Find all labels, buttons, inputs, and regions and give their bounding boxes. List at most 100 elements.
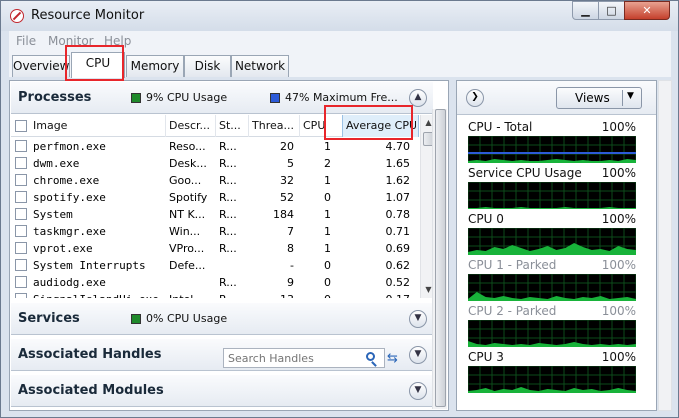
cpu-graph: CPU - Total 100% [468,120,636,164]
cell-average-cpu: 0.17 [346,293,411,298]
cell-description: Goo... [169,174,202,187]
table-row[interactable]: System NT K... R... 184 1 0.78 [11,206,419,223]
cell-threads: 184 [273,208,294,221]
pane-scrollbar-thumb[interactable] [435,109,446,407]
search-icon[interactable] [366,352,375,361]
cell-status: R... [219,276,237,289]
cell-cpu: 1 [324,174,331,187]
associated-handles-header[interactable]: Associated Handles ⇆ ▼ [11,339,433,371]
table-row[interactable]: perfmon.exe Reso... R... 20 1 4.70 [11,138,419,155]
cell-image: perfmon.exe [33,140,106,153]
search-handles-input[interactable] [224,349,360,367]
cpu-usage-text: 9% CPU Usage [146,91,228,104]
refresh-icon[interactable]: ⇆ [387,351,398,366]
cell-image: dwm.exe [33,157,80,170]
table-row[interactable]: vprot.exe VPro... R... 8 1 0.69 [11,240,419,257]
table-row[interactable]: dwm.exe Desk... R... 5 2 1.65 [11,155,419,172]
row-checkbox[interactable] [15,140,27,152]
cell-image: System Interrupts [33,259,146,272]
row-checkbox[interactable] [15,191,27,203]
column-threads[interactable]: Threa... [252,119,296,132]
cell-average-cpu: 4.70 [385,140,411,153]
cell-cpu: 2 [324,157,331,170]
tab-disk[interactable]: Disk [184,55,231,77]
collapse-pane-icon[interactable]: ❯ [466,89,484,107]
graph-scale: 100% [601,350,636,364]
cell-image: SingnalIslandUi.exe [33,293,163,298]
cell-cpu: 1 [324,242,331,255]
chevron-down-icon[interactable]: ▼ [409,310,427,328]
graph-label: Service CPU Usage [468,166,582,180]
graph-scale: 100% [601,212,636,226]
close-button[interactable]: ✕ [624,1,670,20]
graph-canvas [468,182,636,209]
graph-canvas [468,274,636,301]
graphs-pane-header: ❯ Views ▼ [457,81,656,115]
menu-file[interactable]: File [16,34,36,48]
graph-scale: 100% [601,166,636,180]
cell-description: Intel... [169,293,215,298]
table-row[interactable]: System Interrupts Defe... - 0 0.62 [11,257,419,274]
graph-scale: 100% [601,304,636,318]
row-checkbox[interactable] [15,259,27,271]
cell-status: R... [219,293,247,298]
cell-description: VPro... [169,242,205,255]
cell-threads: 5 [287,157,294,170]
cell-status: R... [219,242,237,255]
row-checkbox[interactable] [15,293,27,298]
column-image[interactable]: Image [33,119,163,132]
graphs-scrollbar[interactable] [658,80,672,411]
column-description[interactable]: Descr... [169,119,213,132]
graph-canvas [468,320,636,347]
cell-threads: 32 [280,174,294,187]
graph-canvas [468,228,636,255]
cell-cpu: 0 [324,259,331,272]
cell-image: chrome.exe [33,174,100,187]
window-title: Resource Monitor [31,8,145,23]
maximize-button[interactable]: □ [598,1,625,20]
minimize-button[interactable]: ▁ [572,1,599,20]
cpu-graph: Service CPU Usage 100% [468,166,636,210]
cell-status: R... [219,191,237,204]
table-row[interactable]: taskmgr.exe Win... R... 7 1 0.71 [11,223,419,240]
row-checkbox[interactable] [15,225,27,237]
row-checkbox[interactable] [15,208,27,220]
cell-description: Reso... [169,140,206,153]
graph-label: CPU 0 [468,212,504,226]
cell-average-cpu: 1.07 [385,191,411,204]
processes-title: Processes [18,90,92,105]
graph-scale: 100% [601,120,636,134]
processes-table: Image Descr... St... Threa... CPU Averag… [11,115,419,298]
search-handles-field[interactable] [223,348,385,368]
column-status[interactable]: St... [219,119,245,132]
associated-modules-header[interactable]: Associated Modules ▼ [11,375,433,407]
chevron-down-icon[interactable]: ▼ [409,382,427,400]
pane-scrollbar[interactable] [432,109,447,409]
graph-scale: 100% [601,258,636,272]
table-row[interactable]: SingnalIslandUi.exe Intel... R... 13 0 0.17 [11,291,419,298]
table-row[interactable]: chrome.exe Goo... R... 32 1 1.62 [11,172,419,189]
chevron-down-icon[interactable]: ▼ [409,346,427,364]
tab-overview[interactable]: Overview [12,55,70,77]
services-header[interactable]: Services 0% CPU Usage ▼ [11,303,433,335]
views-label: Views [575,91,610,105]
cell-description: NT K... [169,208,206,221]
cell-description: Desk... [169,157,207,170]
table-row[interactable]: spotify.exe Spotify R... 52 0 1.07 [11,189,419,206]
cell-average-cpu: 0.69 [385,242,411,255]
table-row[interactable]: audiodg.exe R... 9 0 0.52 [11,274,419,291]
select-all-checkbox[interactable] [15,120,27,132]
row-checkbox[interactable] [15,174,27,186]
title-bar: Resource Monitor ▁ □ ✕ [1,1,678,31]
cell-image: System [33,208,73,221]
row-checkbox[interactable] [15,276,27,288]
views-button[interactable]: Views ▼ [556,87,642,109]
cpu-graph: CPU 1 - Parked 100% [468,258,636,302]
row-checkbox[interactable] [15,242,27,254]
cell-image: spotify.exe [33,191,106,204]
tab-network[interactable]: Network [231,55,289,77]
tab-memory[interactable]: Memory [126,55,184,77]
cell-description: Spotify [169,191,208,204]
row-checkbox[interactable] [15,157,27,169]
chevron-down-icon[interactable]: ▼ [627,91,634,101]
